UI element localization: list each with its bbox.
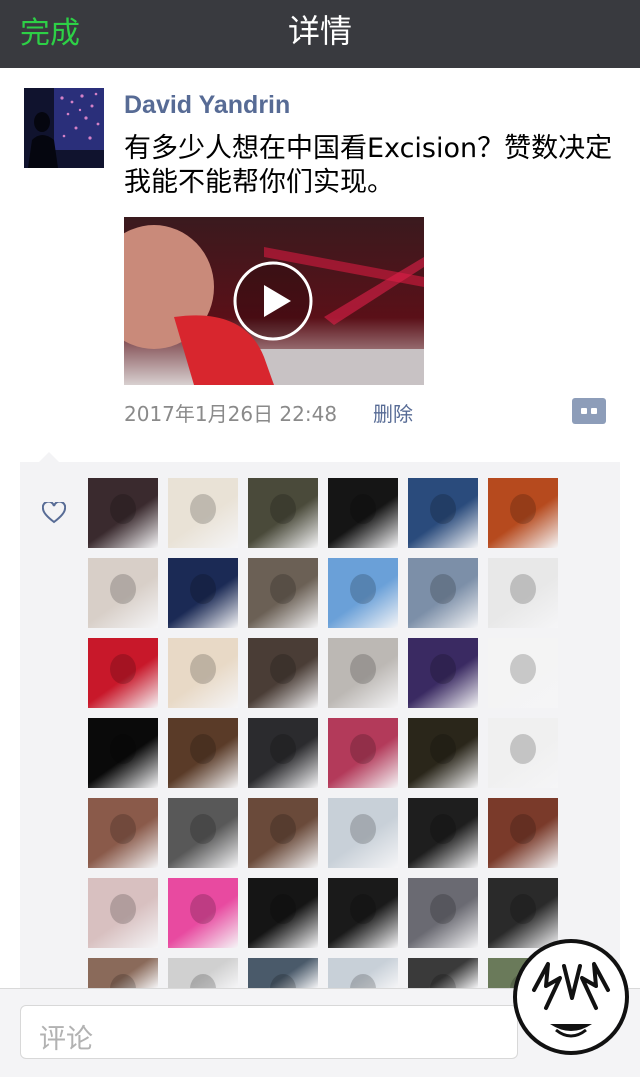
liker-avatar[interactable] xyxy=(168,558,238,628)
liker-avatar[interactable] xyxy=(88,958,158,988)
liker-avatar[interactable] xyxy=(248,558,318,628)
liker-avatar[interactable] xyxy=(88,558,158,628)
avatar-figure xyxy=(510,574,536,604)
avatar-figure xyxy=(430,894,456,924)
liker-avatar[interactable] xyxy=(328,638,398,708)
avatar-figure xyxy=(190,734,216,764)
liker-avatar[interactable] xyxy=(88,798,158,868)
avatar-figure xyxy=(270,814,296,844)
liker-avatar[interactable] xyxy=(88,718,158,788)
delete-button[interactable]: 删除 xyxy=(373,398,413,427)
liker-avatar[interactable] xyxy=(488,798,558,868)
avatar-figure xyxy=(350,494,376,524)
avatar-figure xyxy=(190,814,216,844)
avatar-figure xyxy=(190,574,216,604)
liker-avatar[interactable] xyxy=(328,878,398,948)
liker-avatar[interactable] xyxy=(168,798,238,868)
liker-avatar[interactable] xyxy=(168,718,238,788)
avatar-figure xyxy=(110,734,136,764)
liker-avatar[interactable] xyxy=(488,558,558,628)
post-text: 有多少人想在中国看Excision？赞数决定我能不能帮你们实现。 xyxy=(124,133,613,198)
avatar-figure xyxy=(270,574,296,604)
avatar-figure xyxy=(190,494,216,524)
avatar-figure xyxy=(350,814,376,844)
avatar-figure xyxy=(350,654,376,684)
avatar-figure xyxy=(190,974,216,988)
liker-avatar[interactable] xyxy=(408,638,478,708)
comment-input[interactable]: 评论 xyxy=(20,1005,518,1059)
liker-avatar[interactable] xyxy=(168,878,238,948)
liker-avatar[interactable] xyxy=(328,798,398,868)
liker-avatar[interactable] xyxy=(168,958,238,988)
avatar-figure xyxy=(350,974,376,988)
comment-placeholder: 评论 xyxy=(39,1024,93,1055)
heart-icon xyxy=(42,502,66,524)
avatar-figure xyxy=(110,574,136,604)
avatar-figure xyxy=(110,974,136,988)
page-title: 详情 xyxy=(287,12,352,50)
liker-avatar[interactable] xyxy=(168,638,238,708)
liker-avatar[interactable] xyxy=(88,638,158,708)
liker-avatar[interactable] xyxy=(408,878,478,948)
liker-avatar[interactable] xyxy=(248,878,318,948)
avatar-figure xyxy=(350,894,376,924)
liker-avatar[interactable] xyxy=(328,718,398,788)
more-actions-icon[interactable] xyxy=(572,398,606,424)
liker-avatar[interactable] xyxy=(248,958,318,988)
avatar-figure xyxy=(270,894,296,924)
navbar: 完成 详情 xyxy=(0,0,640,68)
avatar-figure xyxy=(270,734,296,764)
avatar-figure xyxy=(190,654,216,684)
liker-avatar[interactable] xyxy=(408,478,478,548)
liker-avatar[interactable] xyxy=(88,878,158,948)
author-name[interactable]: David Yandrin xyxy=(124,91,290,120)
avatar-figure xyxy=(270,494,296,524)
liker-avatar[interactable] xyxy=(408,798,478,868)
watermark-logo xyxy=(513,939,629,1055)
author-avatar[interactable] xyxy=(24,88,104,168)
liker-avatar[interactable] xyxy=(88,478,158,548)
liker-avatar[interactable] xyxy=(248,478,318,548)
liker-avatar[interactable] xyxy=(328,558,398,628)
dot xyxy=(591,408,597,414)
liker-avatar[interactable] xyxy=(248,718,318,788)
avatar-figure xyxy=(110,894,136,924)
avatar-figure xyxy=(110,494,136,524)
avatar-figure xyxy=(270,974,296,988)
avatar-figure xyxy=(430,654,456,684)
liker-avatar[interactable] xyxy=(488,478,558,548)
liker-avatar[interactable] xyxy=(408,958,478,988)
post-timestamp: 2017年1月26日 22:48 xyxy=(124,402,338,426)
avatar-figure xyxy=(430,574,456,604)
liker-avatar[interactable] xyxy=(488,638,558,708)
liker-avatar[interactable] xyxy=(328,958,398,988)
avatar-figure xyxy=(110,814,136,844)
avatar-figure xyxy=(350,574,376,604)
liker-avatar[interactable] xyxy=(248,638,318,708)
liker-avatar[interactable] xyxy=(408,718,478,788)
avatar-figure xyxy=(510,654,536,684)
avatar-figure xyxy=(190,894,216,924)
avatar-figure xyxy=(510,734,536,764)
avatar-figure xyxy=(510,814,536,844)
avatar-figure xyxy=(510,894,536,924)
avatar-figure xyxy=(270,654,296,684)
play-icon[interactable] xyxy=(233,261,313,341)
avatar-figure xyxy=(430,814,456,844)
avatar-figure xyxy=(430,974,456,988)
avatar-figure xyxy=(430,734,456,764)
avatar-figure xyxy=(110,654,136,684)
liker-avatar[interactable] xyxy=(408,558,478,628)
avatar-figure xyxy=(430,494,456,524)
liker-avatar[interactable] xyxy=(328,478,398,548)
avatar-figure xyxy=(510,494,536,524)
liker-avatar[interactable] xyxy=(488,718,558,788)
dot xyxy=(581,408,587,414)
avatar-figure xyxy=(350,734,376,764)
liker-avatar[interactable] xyxy=(248,798,318,868)
liker-avatar[interactable] xyxy=(168,478,238,548)
